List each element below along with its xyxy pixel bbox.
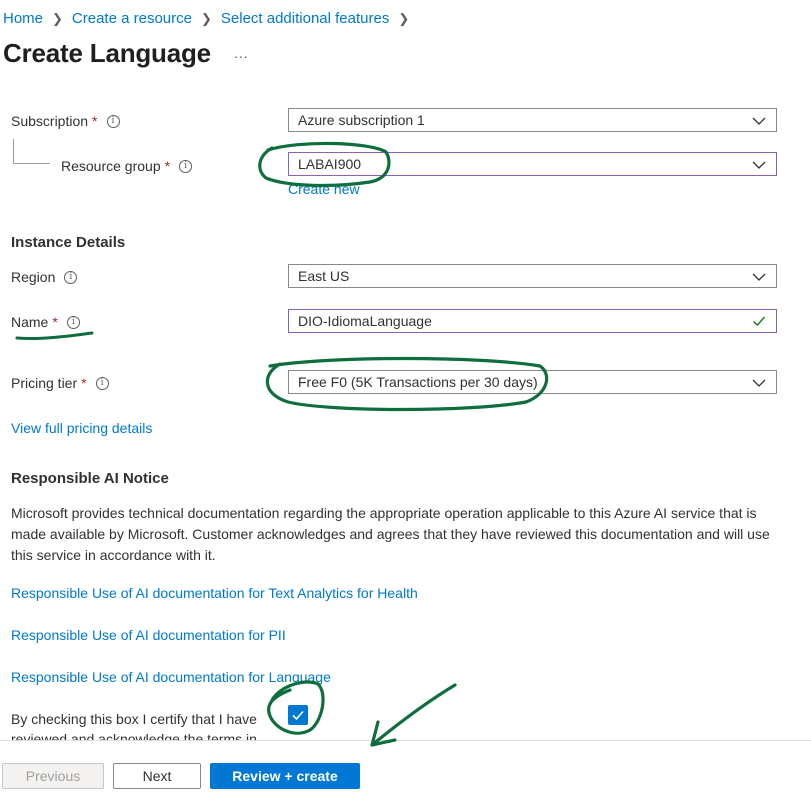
previous-button[interactable]: Previous	[2, 763, 104, 789]
required-asterisk: *	[92, 113, 98, 129]
checkmark-icon	[292, 710, 304, 721]
resource-group-value: LABAI900	[298, 156, 362, 172]
breadcrumb-home[interactable]: Home	[3, 10, 43, 27]
name-label-text: Name	[11, 314, 49, 330]
info-icon[interactable]: i	[106, 114, 120, 128]
info-icon[interactable]: i	[64, 270, 78, 284]
certify-text-line1: By checking this box I certify that I ha…	[11, 711, 257, 727]
certify-checkbox[interactable]	[288, 705, 308, 725]
name-value: DIO-IdiomaLanguage	[298, 313, 432, 329]
chevron-right-icon: ❯	[52, 10, 63, 26]
resource-group-label: Resource group * i	[61, 158, 193, 174]
annotation-underline-name	[15, 331, 94, 341]
breadcrumb-create-resource[interactable]: Create a resource	[72, 10, 192, 27]
link-language[interactable]: Responsible Use of AI documentation for …	[11, 669, 331, 685]
tree-connector-horizontal	[13, 163, 50, 164]
link-pii[interactable]: Responsible Use of AI documentation for …	[11, 627, 286, 643]
subscription-value: Azure subscription 1	[298, 112, 425, 128]
chevron-down-icon	[752, 161, 766, 169]
chevron-right-icon: ❯	[398, 10, 410, 26]
pricing-tier-dropdown[interactable]: Free F0 (5K Transactions per 30 days)	[288, 370, 777, 394]
annotation-arrow	[370, 683, 457, 747]
chevron-down-icon	[752, 273, 766, 281]
instance-details-heading: Instance Details	[11, 234, 126, 251]
footer-divider	[0, 740, 811, 741]
breadcrumb: Home ❯ Create a resource ❯ Select additi…	[3, 10, 418, 27]
region-value: East US	[298, 268, 350, 284]
required-asterisk: *	[81, 375, 87, 391]
more-options-icon[interactable]: ...	[234, 45, 249, 61]
certify-text-line2: reviewed and acknowledge the terms in	[11, 731, 257, 740]
page-title: Create Language	[3, 38, 211, 68]
create-new-link[interactable]: Create new	[288, 181, 360, 197]
info-icon[interactable]: i	[66, 315, 80, 329]
checkmark-valid-icon	[753, 316, 766, 326]
subscription-label: Subscription * i	[11, 113, 120, 129]
subscription-dropdown[interactable]: Azure subscription 1	[288, 108, 777, 132]
pricing-tier-label: Pricing tier * i	[11, 375, 109, 391]
region-dropdown[interactable]: East US	[288, 264, 777, 288]
info-icon[interactable]: i	[179, 159, 193, 173]
responsible-ai-notice-text: Microsoft provides technical documentati…	[11, 505, 770, 563]
region-label-text: Region	[11, 269, 56, 285]
chevron-right-icon: ❯	[200, 10, 212, 26]
view-pricing-link[interactable]: View full pricing details	[11, 420, 152, 436]
subscription-label-text: Subscription	[11, 113, 89, 129]
chevron-down-icon	[752, 379, 766, 387]
review-create-button[interactable]: Review + create	[210, 763, 360, 789]
next-button[interactable]: Next	[113, 763, 201, 789]
name-input[interactable]: DIO-IdiomaLanguage	[288, 309, 777, 333]
region-label: Region i	[11, 269, 78, 285]
resource-group-label-text: Resource group	[61, 158, 161, 174]
chevron-down-icon	[752, 117, 766, 125]
pricing-tier-value: Free F0 (5K Transactions per 30 days)	[298, 374, 538, 390]
pricing-tier-label-text: Pricing tier	[11, 375, 78, 391]
info-icon[interactable]: i	[95, 376, 109, 390]
breadcrumb-select-features[interactable]: Select additional features	[221, 10, 389, 27]
responsible-ai-heading: Responsible AI Notice	[11, 470, 169, 487]
tree-connector-vertical	[13, 139, 14, 163]
link-text-analytics-health[interactable]: Responsible Use of AI documentation for …	[11, 585, 418, 601]
resource-group-dropdown[interactable]: LABAI900	[288, 152, 777, 176]
name-label: Name * i	[11, 314, 80, 330]
required-asterisk: *	[164, 158, 171, 174]
required-asterisk: *	[52, 314, 58, 330]
